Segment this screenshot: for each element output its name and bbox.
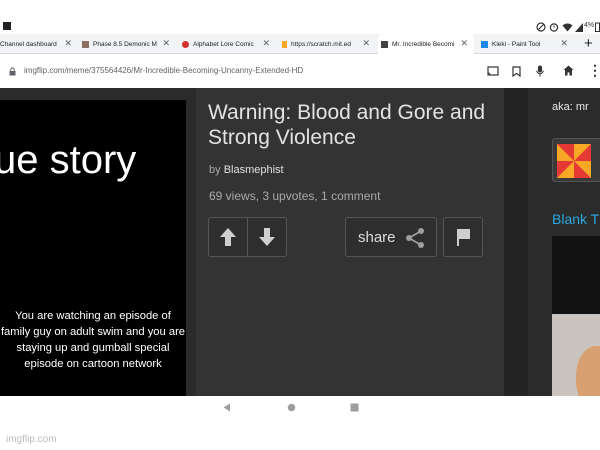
back-icon[interactable] [223, 403, 231, 412]
share-button[interactable]: share [345, 217, 437, 257]
pinwheel-thumbnail-icon [557, 144, 591, 178]
meme-image[interactable]: ue story You are watching an episode of … [0, 100, 186, 396]
watermark: imgflip.com [6, 434, 57, 445]
new-tab-icon[interactable]: + [584, 36, 593, 51]
sidebar-gutter [504, 88, 528, 396]
tab-alphabet-lore[interactable]: Alphabet Lore Comic ✕ [180, 34, 276, 54]
tab-mr-incredible[interactable]: Mr. Incredible Becomi ✕ [378, 34, 474, 54]
tab-label: Phase 8.5 Demonic M [93, 40, 157, 48]
share-label: share [358, 228, 396, 246]
close-icon[interactable]: ✕ [362, 39, 370, 48]
app-square-icon [3, 22, 11, 30]
tab-label: Kleki - Paint Tool [492, 40, 541, 48]
microphone-icon[interactable] [536, 65, 544, 77]
battery-percent: 4% [584, 22, 595, 29]
meme-title-text: ue story [0, 138, 137, 182]
signal-icon [575, 23, 583, 32]
tab-strip: Channel dashboard - ✕ Phase 8.5 Demonic … [0, 34, 600, 54]
home-icon[interactable] [563, 65, 574, 76]
page-favicon-icon [82, 40, 89, 48]
aka-text: aka: mr [552, 101, 589, 113]
upvote-button[interactable] [208, 217, 248, 257]
tab-label: https://scratch.mit.ed [291, 40, 351, 48]
navigation-bar [0, 396, 600, 420]
arrow-up-icon [220, 228, 236, 246]
byline: by Blasmephist [209, 164, 284, 176]
post-title: Warning: Blood and Gore and Strong Viole… [208, 101, 486, 149]
lock-icon [9, 67, 16, 76]
scratch-favicon-icon [282, 40, 287, 48]
imgflip-favicon-icon [381, 40, 388, 48]
by-label: by [209, 164, 221, 176]
wifi-icon [562, 23, 573, 32]
arrow-down-icon [259, 228, 275, 246]
tab-channel-dashboard[interactable]: Channel dashboard - ✕ [0, 34, 78, 54]
home-nav-icon[interactable] [287, 403, 296, 412]
bookmark-icon[interactable] [512, 66, 521, 77]
status-bar: 4% [0, 20, 600, 34]
share-icon [406, 228, 424, 248]
blank-template-link[interactable]: Blank T [552, 211, 599, 227]
more-options-icon[interactable]: ⋮ [588, 63, 600, 77]
meme-caption-text: You are watching an episode of family gu… [0, 310, 186, 370]
close-icon[interactable]: ✕ [64, 39, 72, 48]
kleki-favicon-icon [481, 40, 488, 48]
close-icon[interactable]: ✕ [560, 39, 568, 48]
recents-icon[interactable] [350, 403, 359, 412]
do-not-disturb-icon [536, 22, 546, 32]
tab-label: Channel dashboard - [0, 40, 58, 48]
url-text[interactable]: imgflip.com/meme/375564426/Mr-Incredible… [24, 66, 303, 75]
post-stats: 69 views, 3 upvotes, 1 comment [209, 189, 381, 203]
flag-icon [457, 229, 470, 246]
cast-icon[interactable] [487, 66, 499, 77]
tab-label: Mr. Incredible Becomi [392, 40, 455, 48]
tab-scratch[interactable]: https://scratch.mit.ed ✕ [280, 34, 376, 54]
tab-label: Alphabet Lore Comic [193, 40, 254, 48]
close-icon[interactable]: ✕ [262, 39, 270, 48]
close-icon[interactable]: ✕ [460, 39, 468, 48]
tab-phase-demonic[interactable]: Phase 8.5 Demonic M ✕ [80, 34, 176, 54]
flag-button[interactable] [443, 217, 483, 257]
author-link[interactable]: Blasmephist [224, 164, 284, 176]
alarm-icon [549, 23, 559, 32]
battery-icon [595, 22, 600, 32]
blank-template-image[interactable] [552, 236, 600, 396]
tab-kleki[interactable]: Kleki - Paint Tool ✕ [478, 34, 574, 54]
downvote-button[interactable] [247, 217, 287, 257]
template-thumbnail[interactable] [552, 138, 600, 182]
comic-favicon-icon [182, 40, 189, 48]
close-icon[interactable]: ✕ [162, 39, 170, 48]
